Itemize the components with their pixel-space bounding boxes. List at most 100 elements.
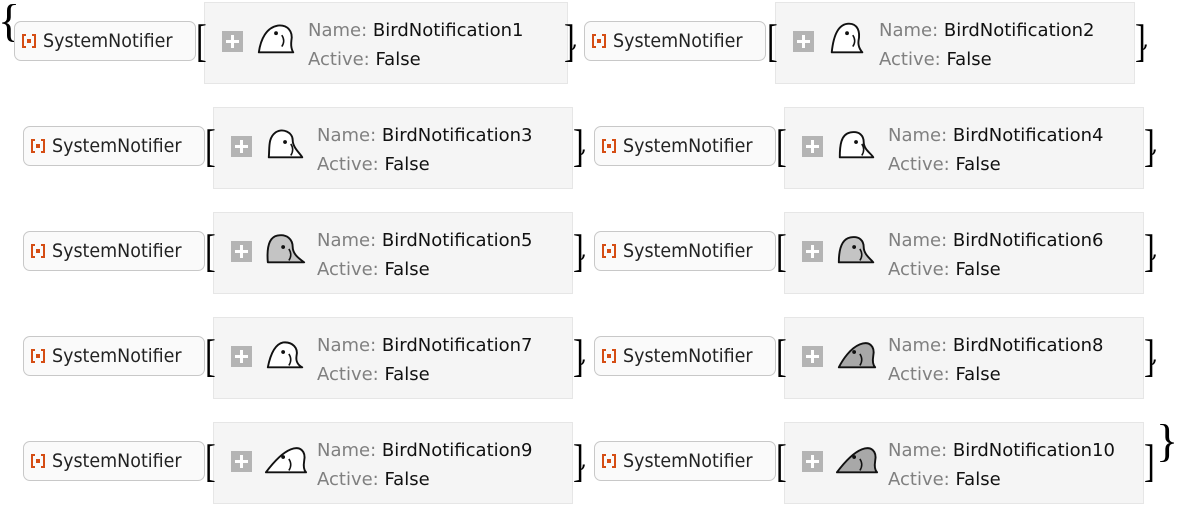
bird-icon	[255, 19, 297, 57]
notifier-summary-panel: Name: BirdNotification9 Active: False	[213, 422, 573, 504]
name-value: BirdNotification1	[372, 20, 524, 41]
notifier-symbol-icon	[31, 244, 45, 258]
name-value: BirdNotification6	[952, 230, 1104, 251]
name-key: Name:	[317, 440, 377, 461]
name-value: BirdNotification5	[381, 230, 533, 251]
notifier-fields: Name: BirdNotification5 Active: False	[317, 226, 533, 284]
notifier-symbol-icon	[31, 454, 45, 468]
open-bracket: [	[776, 225, 787, 276]
name-field: Name: BirdNotification8	[888, 331, 1104, 360]
comma-separator: ,	[580, 238, 587, 263]
name-key: Name:	[317, 125, 377, 146]
notifier-fields: Name: BirdNotification7 Active: False	[317, 331, 533, 389]
system-notifier-head[interactable]: SystemNotifier	[14, 21, 196, 61]
name-key: Name:	[317, 335, 377, 356]
system-notifier-label: SystemNotifier	[52, 135, 182, 157]
active-key: Active:	[888, 364, 950, 385]
system-notifier-head[interactable]: SystemNotifier	[594, 231, 776, 271]
comma-separator: ,	[1151, 238, 1158, 263]
open-bracket: [	[205, 225, 216, 276]
expand-button[interactable]	[802, 346, 823, 367]
active-field: Active: False	[317, 255, 533, 284]
comma-separator: ,	[580, 448, 587, 473]
expand-button[interactable]	[793, 31, 814, 52]
active-value: False	[384, 259, 430, 280]
system-notifier-label: SystemNotifier	[623, 345, 753, 367]
notifier-symbol-icon	[31, 139, 45, 153]
name-value: BirdNotification3	[381, 125, 533, 146]
notifier-summary-panel: Name: BirdNotification5 Active: False	[213, 212, 573, 294]
notifier-summary-panel: Name: BirdNotification3 Active: False	[213, 107, 573, 189]
system-notifier-label: SystemNotifier	[52, 450, 182, 472]
expand-button[interactable]	[231, 451, 252, 472]
active-value: False	[955, 154, 1001, 175]
name-field: Name: BirdNotification10	[888, 436, 1115, 465]
notifier-fields: Name: BirdNotification10 Active: False	[888, 436, 1115, 494]
notifier-summary-panel: Name: BirdNotification8 Active: False	[784, 317, 1144, 399]
name-value: BirdNotification2	[943, 20, 1095, 41]
bird-icon	[835, 229, 877, 267]
bird-icon	[826, 19, 868, 57]
expand-button[interactable]	[802, 241, 823, 262]
name-value: BirdNotification8	[952, 335, 1104, 356]
system-notifier-label: SystemNotifier	[613, 30, 743, 52]
open-bracket: [	[196, 15, 207, 66]
expand-button[interactable]	[231, 346, 252, 367]
notifier-summary-panel: Name: BirdNotification4 Active: False	[784, 107, 1144, 189]
name-field: Name: BirdNotification4	[888, 121, 1104, 150]
comma-separator: ,	[571, 28, 578, 53]
active-field: Active: False	[888, 150, 1104, 179]
comma-separator: ,	[580, 343, 587, 368]
bird-icon	[264, 439, 308, 477]
system-notifier-label: SystemNotifier	[52, 345, 182, 367]
comma-separator: ,	[580, 133, 587, 158]
name-field: Name: BirdNotification6	[888, 226, 1104, 255]
active-value: False	[955, 364, 1001, 385]
system-notifier-label: SystemNotifier	[52, 240, 182, 262]
active-field: Active: False	[317, 360, 533, 389]
system-notifier-head[interactable]: SystemNotifier	[23, 231, 205, 271]
active-field: Active: False	[879, 45, 1095, 74]
name-key: Name:	[888, 335, 948, 356]
active-key: Active:	[888, 469, 950, 490]
active-key: Active:	[888, 259, 950, 280]
system-notifier-head[interactable]: SystemNotifier	[594, 126, 776, 166]
bird-icon	[835, 334, 877, 372]
close-brace: }	[1156, 415, 1178, 466]
system-notifier-head[interactable]: SystemNotifier	[594, 336, 776, 376]
comma-separator: ,	[1142, 28, 1149, 53]
active-field: Active: False	[888, 465, 1115, 494]
notifier-symbol-icon	[31, 349, 45, 363]
name-field: Name: BirdNotification2	[879, 16, 1095, 45]
name-field: Name: BirdNotification9	[317, 436, 533, 465]
open-bracket: [	[205, 330, 216, 381]
active-value: False	[946, 49, 992, 70]
active-key: Active:	[317, 154, 379, 175]
system-notifier-head[interactable]: SystemNotifier	[584, 21, 766, 61]
notifier-summary-panel: Name: BirdNotification10 Active: False	[784, 422, 1144, 504]
active-value: False	[955, 259, 1001, 280]
system-notifier-head[interactable]: SystemNotifier	[23, 441, 205, 481]
expand-button[interactable]	[802, 136, 823, 157]
system-notifier-label: SystemNotifier	[623, 135, 753, 157]
expand-button[interactable]	[802, 451, 823, 472]
expand-button[interactable]	[231, 241, 252, 262]
system-notifier-label: SystemNotifier	[623, 450, 753, 472]
active-key: Active:	[317, 364, 379, 385]
expand-button[interactable]	[222, 31, 243, 52]
notifier-summary-panel: Name: BirdNotification7 Active: False	[213, 317, 573, 399]
active-value: False	[384, 469, 430, 490]
open-bracket: [	[776, 330, 787, 381]
notifier-fields: Name: BirdNotification6 Active: False	[888, 226, 1104, 284]
name-key: Name:	[888, 125, 948, 146]
notifier-summary-panel: Name: BirdNotification6 Active: False	[784, 212, 1144, 294]
expand-button[interactable]	[231, 136, 252, 157]
system-notifier-head[interactable]: SystemNotifier	[594, 441, 776, 481]
active-key: Active:	[308, 49, 370, 70]
notifier-summary-panel: Name: BirdNotification1 Active: False	[204, 2, 568, 84]
system-notifier-head[interactable]: SystemNotifier	[23, 126, 205, 166]
system-notifier-label: SystemNotifier	[43, 30, 173, 52]
comma-separator: ,	[1151, 343, 1158, 368]
notifier-fields: Name: BirdNotification8 Active: False	[888, 331, 1104, 389]
system-notifier-head[interactable]: SystemNotifier	[23, 336, 205, 376]
